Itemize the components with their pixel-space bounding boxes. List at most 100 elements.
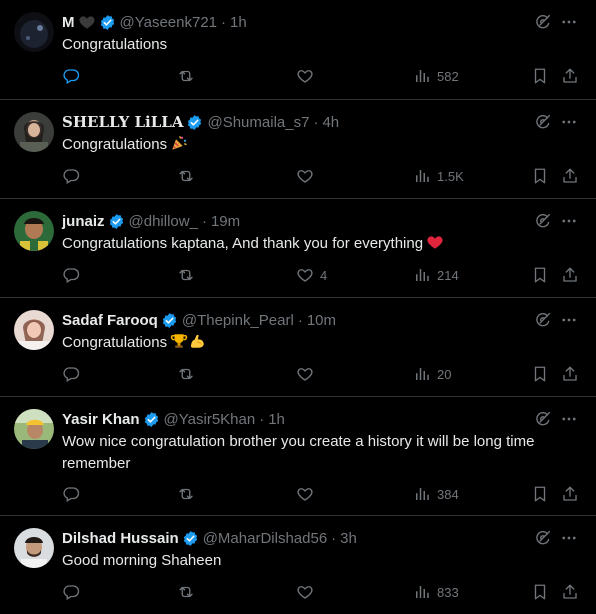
heart-icon xyxy=(296,167,314,185)
reply-button[interactable] xyxy=(62,582,80,602)
timestamp[interactable]: 4h xyxy=(322,114,339,131)
bookmark-button[interactable] xyxy=(531,582,549,602)
black-heart-icon xyxy=(78,13,96,31)
more-icon[interactable] xyxy=(560,13,578,31)
avatar[interactable] xyxy=(14,112,54,152)
avatar[interactable] xyxy=(14,409,54,449)
display-name[interactable]: Sadaf Farooq xyxy=(62,312,158,329)
retweet-button[interactable] xyxy=(177,364,195,384)
views-button[interactable]: 582 xyxy=(413,66,459,86)
share-icon xyxy=(561,485,579,503)
tweet[interactable]: junaiz @dhillow_ · 19m Congratulations k… xyxy=(0,199,596,298)
reply-button[interactable] xyxy=(62,66,80,86)
retweet-button[interactable] xyxy=(177,484,195,504)
views-button[interactable]: 384 xyxy=(413,484,459,504)
view-count: 582 xyxy=(437,68,459,84)
bookmark-button[interactable] xyxy=(531,166,549,186)
tweet-header: junaiz @dhillow_ · 19m xyxy=(62,211,526,231)
user-handle[interactable]: @dhillow_ xyxy=(129,213,198,230)
reply-button[interactable] xyxy=(62,484,80,504)
grok-icon[interactable] xyxy=(534,113,552,131)
action-bar: 1.5K xyxy=(0,166,596,186)
share-button[interactable] xyxy=(561,364,579,384)
user-handle[interactable]: @Shumaila_s7 xyxy=(207,114,309,131)
display-name[interactable]: junaiz xyxy=(62,213,105,230)
tweet[interactable]: Dilshad Hussain @MaharDilshad56 · 3h Goo… xyxy=(0,516,596,614)
views-button[interactable]: 1.5K xyxy=(413,166,464,186)
heart-icon xyxy=(296,365,314,383)
share-button[interactable] xyxy=(561,166,579,186)
reply-button[interactable] xyxy=(62,166,80,186)
user-handle[interactable]: @Yasir5Khan xyxy=(164,411,256,428)
display-name[interactable]: Dilshad Hussain xyxy=(62,530,179,547)
display-name[interactable]: Yasir Khan xyxy=(62,411,140,428)
more-icon[interactable] xyxy=(560,311,578,329)
share-button[interactable] xyxy=(561,265,579,285)
reply-button[interactable] xyxy=(62,265,80,285)
bookmark-button[interactable] xyxy=(531,364,549,384)
retweet-button[interactable] xyxy=(177,66,195,86)
tweet[interactable]: M @Yaseenk721 · 1h Congratulations 582 xyxy=(0,0,596,100)
avatar[interactable] xyxy=(14,12,54,52)
retweet-icon xyxy=(177,365,195,383)
like-button[interactable] xyxy=(296,364,320,384)
timestamp[interactable]: 19m xyxy=(211,213,240,230)
retweet-button[interactable] xyxy=(177,166,195,186)
like-button[interactable] xyxy=(296,484,320,504)
timestamp[interactable]: 10m xyxy=(307,312,336,329)
bookmark-button[interactable] xyxy=(531,66,549,86)
more-icon[interactable] xyxy=(560,410,578,428)
avatar[interactable] xyxy=(14,310,54,350)
verified-badge-icon xyxy=(161,312,178,329)
views-button[interactable]: 20 xyxy=(413,364,451,384)
timestamp[interactable]: 1h xyxy=(268,411,285,428)
view-count: 214 xyxy=(437,267,459,283)
retweet-button[interactable] xyxy=(177,265,195,285)
grok-icon[interactable] xyxy=(534,311,552,329)
tweet[interactable]: SHELLY LiLLA @Shumaila_s7 · 4h Congratul… xyxy=(0,100,596,199)
bookmark-button[interactable] xyxy=(531,265,549,285)
share-button[interactable] xyxy=(561,66,579,86)
grok-icon[interactable] xyxy=(534,529,552,547)
reply-button[interactable] xyxy=(62,364,80,384)
view-count: 20 xyxy=(437,366,452,382)
avatar[interactable] xyxy=(14,528,54,568)
views-button[interactable]: 214 xyxy=(413,265,459,285)
tweet-header: Yasir Khan @Yasir5Khan · 1h xyxy=(62,409,526,429)
share-button[interactable] xyxy=(561,484,579,504)
reply-icon xyxy=(62,485,80,503)
like-button[interactable] xyxy=(296,66,320,86)
bookmark-button[interactable] xyxy=(531,484,549,504)
bookmark-icon xyxy=(531,266,549,284)
retweet-button[interactable] xyxy=(177,582,195,602)
tweet[interactable]: Sadaf Farooq @Thepink_Pearl · 10m Congra… xyxy=(0,298,596,397)
tweet-text: Wow nice congratulation brother you crea… xyxy=(62,433,535,472)
tweet[interactable]: Yasir Khan @Yasir5Khan · 1h Wow nice con… xyxy=(0,397,596,516)
more-icon[interactable] xyxy=(560,113,578,131)
grok-icon[interactable] xyxy=(534,13,552,31)
like-button[interactable] xyxy=(296,166,320,186)
bookmark-icon xyxy=(531,583,549,601)
heart-icon xyxy=(296,583,314,601)
grok-icon[interactable] xyxy=(534,212,552,230)
more-icon[interactable] xyxy=(560,529,578,547)
user-handle[interactable]: @Yaseenk721 xyxy=(120,14,218,31)
user-handle[interactable]: @MaharDilshad56 xyxy=(203,530,327,547)
user-handle[interactable]: @Thepink_Pearl xyxy=(182,312,294,329)
grok-icon[interactable] xyxy=(534,410,552,428)
verified-badge-icon xyxy=(99,14,116,31)
like-button[interactable] xyxy=(296,582,320,602)
share-icon xyxy=(561,583,579,601)
separator-dot: · xyxy=(331,529,337,547)
display-name[interactable]: M xyxy=(62,14,75,31)
more-icon[interactable] xyxy=(560,212,578,230)
like-button[interactable]: 4 xyxy=(296,265,327,285)
timestamp[interactable]: 1h xyxy=(230,14,247,31)
avatar[interactable] xyxy=(14,211,54,251)
retweet-icon xyxy=(177,266,195,284)
display-name[interactable]: SHELLY LiLLA xyxy=(62,113,183,131)
timestamp[interactable]: 3h xyxy=(340,530,357,547)
views-button[interactable]: 833 xyxy=(413,582,459,602)
share-button[interactable] xyxy=(561,582,579,602)
separator-dot: · xyxy=(221,13,227,31)
